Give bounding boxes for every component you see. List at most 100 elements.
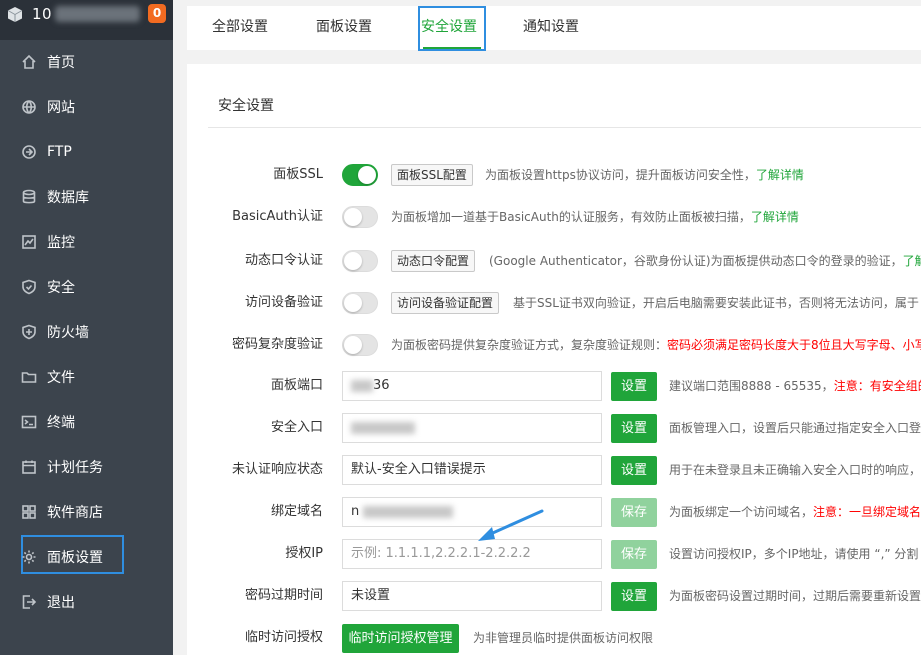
sidebar-item-label: 网站	[47, 99, 75, 116]
sidebar-item-terminal[interactable]: 终端	[0, 399, 173, 444]
row-label: 安全入口	[270, 420, 323, 435]
row-label: 临时访问授权	[244, 630, 323, 645]
basic-auth-toggle[interactable]	[342, 206, 378, 228]
password-expire-set-button[interactable]: 设置	[611, 582, 657, 611]
divider	[208, 127, 921, 128]
row-description: 设置访问授权IP，多个IP地址，请使用 “,” 分割	[669, 547, 919, 561]
monitor-icon	[20, 233, 37, 250]
database-icon	[20, 188, 37, 205]
warning-text: 注意：一旦绑定域名	[813, 505, 921, 519]
sidebar-item-panel-settings[interactable]: 面板设置	[0, 534, 173, 579]
logout-icon	[20, 593, 37, 610]
device-verify-config-button[interactable]: 访问设备验证配置	[391, 292, 500, 314]
row-password-expire: 密码过期时间 未设置 设置 为面板密码设置过期时间，过期后需要重新设置	[187, 581, 921, 611]
learn-more-link[interactable]: 了解详情	[756, 168, 804, 182]
row-basic-auth: BasicAuth认证 为面板增加一道基于BasicAuth的认证服务，有效防止…	[187, 202, 921, 232]
highlight-frame	[418, 6, 486, 51]
row-description: 为面板设置https协议访问，提升面板访问安全性，了解详情	[485, 168, 804, 182]
calendar-icon	[20, 458, 37, 475]
sidebar-item-home[interactable]: 首页	[0, 39, 173, 84]
row-device-verify: 访问设备验证 访问设备验证配置 基于SSL证书双向验证，开启后电脑需要安装此证书…	[187, 288, 921, 318]
security-entry-set-button[interactable]: 设置	[611, 414, 657, 443]
redacted-value	[363, 505, 454, 518]
learn-more-link[interactable]: 了解详情	[751, 210, 799, 224]
row-description: 面板管理入口，设置后只能通过指定安全入口登	[669, 421, 921, 435]
sidebar-item-cron[interactable]: 计划任务	[0, 444, 173, 489]
toggle-knob	[344, 336, 362, 354]
row-label: 动态口令认证	[244, 253, 323, 268]
security-settings-panel: 安全设置 面板SSL 面板SSL配置 为面板设置https协议访问，提升面板访问…	[187, 64, 921, 655]
panel-port-input[interactable]: 36	[342, 371, 602, 401]
sidebar-item-label: 计划任务	[47, 459, 103, 476]
folder-icon	[20, 368, 37, 385]
row-label: 访问设备验证	[244, 295, 323, 310]
sidebar-item-label: 防火墙	[47, 324, 89, 341]
bind-domain-save-button[interactable]: 保存	[611, 498, 657, 527]
row-label: 绑定域名	[270, 504, 323, 519]
sidebar-item-database[interactable]: 数据库	[0, 174, 173, 219]
auth-ip-save-button[interactable]: 保存	[611, 540, 657, 569]
row-auth-ip: 授权IP 示例: 1.1.1.1,2.2.2.1-2.2.2.2 保存 设置访问…	[187, 539, 921, 569]
unauth-response-select[interactable]: 默认-安全入口错误提示	[342, 455, 602, 485]
row-label: 密码复杂度验证	[231, 337, 323, 352]
ssl-toggle[interactable]	[342, 164, 378, 186]
sidebar-item-label: 监控	[47, 234, 75, 251]
row-label: 面板SSL	[273, 167, 323, 182]
shield-icon	[20, 278, 37, 295]
server-host: 10	[32, 5, 53, 23]
row-label: 未认证响应状态	[231, 462, 323, 477]
settings-tabs: 全部设置 面板设置 安全设置 通知设置	[187, 6, 921, 51]
sidebar-item-firewall[interactable]: 防火墙	[0, 309, 173, 354]
gear-icon	[20, 548, 37, 565]
host-redacted	[55, 6, 140, 22]
password-complexity-toggle[interactable]	[342, 334, 378, 356]
tab-notification-settings[interactable]: 通知设置	[523, 6, 579, 50]
globe-icon	[20, 98, 37, 115]
sidebar-item-label: 首页	[47, 54, 75, 71]
tab-all-settings[interactable]: 全部设置	[212, 6, 268, 50]
device-verify-toggle[interactable]	[342, 292, 378, 314]
dynamic-code-toggle[interactable]	[342, 250, 378, 272]
sidebar-item-label: FTP	[47, 143, 72, 160]
sidebar-item-files[interactable]: 文件	[0, 354, 173, 399]
tab-panel-settings[interactable]: 面板设置	[316, 6, 372, 50]
warning-text: 注意：有安全组的	[833, 379, 921, 393]
sidebar-item-website[interactable]: 网站	[0, 84, 173, 129]
ssl-config-button[interactable]: 面板SSL配置	[391, 164, 473, 186]
panel-port-set-button[interactable]: 设置	[611, 372, 657, 401]
sidebar-item-label: 退出	[47, 594, 75, 611]
security-entry-input[interactable]	[342, 413, 602, 443]
sidebar-item-logout[interactable]: 退出	[0, 579, 173, 624]
row-description: 为面板密码提供复杂度验证方式，复杂度验证规则：密码必须满足密码长度大于8位且大写…	[391, 330, 921, 360]
row-label: BasicAuth认证	[232, 209, 323, 224]
row-description: 为非管理员临时提供面板访问权限	[473, 631, 654, 645]
password-expire-input[interactable]: 未设置	[342, 581, 602, 611]
row-description: 基于SSL证书双向验证，开启后电脑需要安装此证书，否则将无法访问，属于	[513, 296, 919, 310]
row-description: 为面板增加一道基于BasicAuth的认证服务，有效防止面板被扫描，了解详情	[391, 210, 799, 224]
row-label: 面板端口	[270, 378, 323, 393]
row-temp-access: 临时访问授权 临时访问授权管理 为非管理员临时提供面板访问权限	[187, 623, 921, 653]
toggle-knob	[344, 252, 362, 270]
notification-badge[interactable]: 0	[148, 4, 166, 23]
row-description: 为面板密码设置过期时间，过期后需要重新设置	[669, 589, 921, 603]
row-dynamic-code: 动态口令认证 动态口令配置 (Google Authenticator，谷歌身份…	[187, 246, 921, 276]
sidebar-item-monitor[interactable]: 监控	[0, 219, 173, 264]
cube-logo-icon	[7, 7, 23, 22]
sidebar-item-app-store[interactable]: 软件商店	[0, 489, 173, 534]
temp-access-manage-button[interactable]: 临时访问授权管理	[342, 624, 459, 653]
sidebar-item-security[interactable]: 安全	[0, 264, 173, 309]
row-security-entry: 安全入口 设置 面板管理入口，设置后只能通过指定安全入口登	[187, 413, 921, 443]
row-panel-port: 面板端口 36 设置 建议端口范围8888 - 65535，注意：有安全组的	[187, 371, 921, 401]
toggle-knob	[358, 166, 376, 184]
sidebar-item-label: 终端	[47, 414, 75, 431]
learn-more-link[interactable]: 了解	[903, 254, 921, 268]
unauth-response-set-button[interactable]: 设置	[611, 456, 657, 485]
dynamic-code-config-button[interactable]: 动态口令配置	[391, 250, 476, 272]
sidebar-item-ftp[interactable]: FTP	[0, 129, 173, 174]
sidebar-item-label: 安全	[47, 279, 75, 296]
annotation-arrow-icon	[478, 509, 544, 541]
row-bind-domain: 绑定域名 n 保存 为面板绑定一个访问域名，注意：一旦绑定域名	[187, 497, 921, 527]
redacted-value	[351, 421, 415, 434]
firewall-icon	[20, 323, 37, 340]
row-description: (Google Authenticator，谷歌身份认证)为面板提供动态口令的登…	[489, 246, 921, 276]
